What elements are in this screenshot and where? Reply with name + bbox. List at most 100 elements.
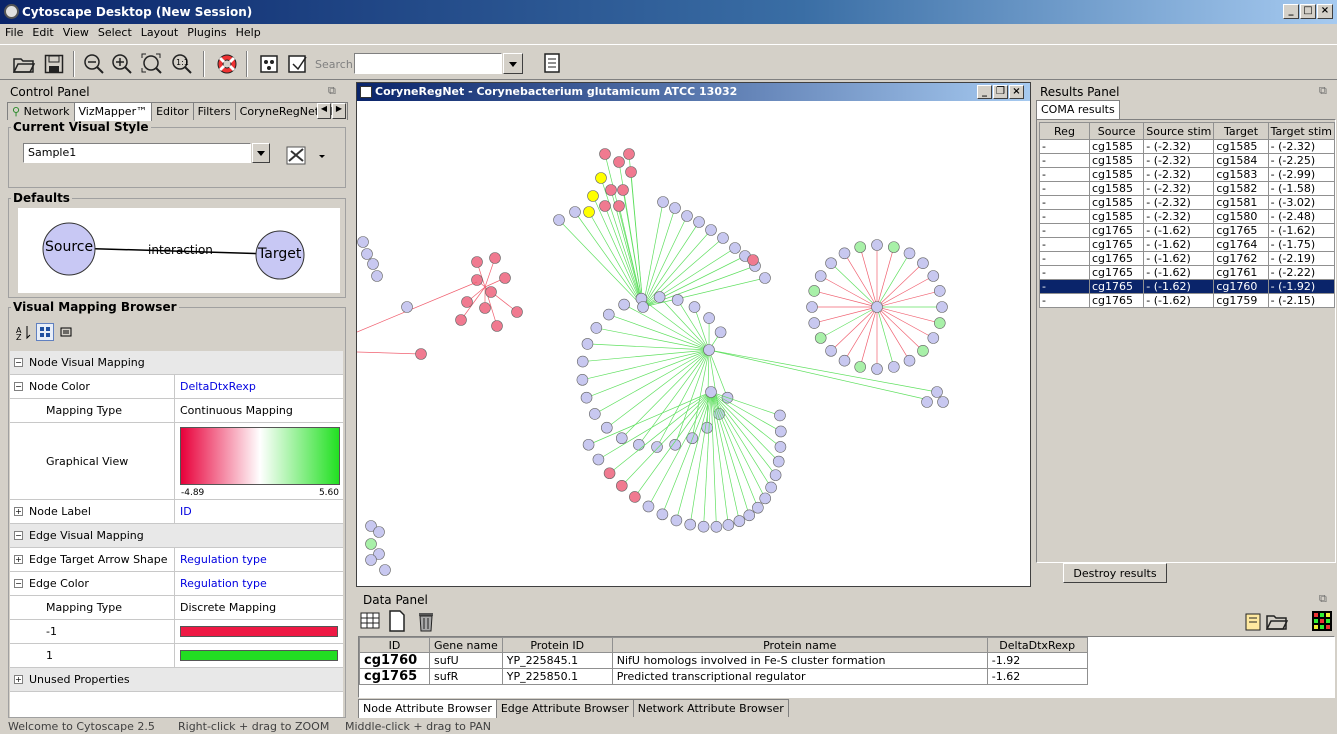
results-float-icon[interactable]: ⧉ bbox=[1319, 84, 1327, 98]
network-node[interactable] bbox=[765, 481, 777, 494]
expand-icon[interactable]: + bbox=[14, 507, 23, 516]
network-node[interactable] bbox=[838, 247, 851, 260]
zoom-in-icon[interactable] bbox=[108, 50, 136, 78]
network-restore-button[interactable]: ❐ bbox=[993, 85, 1008, 99]
network-node[interactable] bbox=[774, 441, 787, 453]
vmb-row-graphical-view[interactable]: Graphical View -4.89 5.60 bbox=[10, 423, 343, 500]
network-canvas[interactable] bbox=[357, 102, 1030, 586]
network-node[interactable] bbox=[671, 294, 684, 306]
export-icon[interactable] bbox=[284, 50, 312, 78]
menu-file[interactable]: File bbox=[0, 24, 27, 39]
vmb-row-mapping-type[interactable]: Mapping Type Continuous Mapping bbox=[10, 399, 343, 423]
network-node[interactable] bbox=[808, 285, 821, 297]
network-node[interactable] bbox=[688, 301, 701, 313]
results-row[interactable]: - cg1585- (-2.32) cg1584- (-2.25) bbox=[1039, 153, 1336, 168]
collapse-icon[interactable]: − bbox=[14, 358, 23, 367]
network-node[interactable] bbox=[684, 518, 697, 531]
network-node[interactable] bbox=[871, 239, 883, 251]
vmb-row-edge-target-arrow-shape[interactable]: + Edge Target Arrow Shape Regulation type bbox=[10, 548, 343, 572]
collapse-icon[interactable]: − bbox=[14, 531, 23, 540]
results-col-header[interactable]: Source stim bbox=[1143, 122, 1215, 140]
defaults-preview[interactable]: Source interaction Target bbox=[18, 208, 340, 293]
visual-style-dropdown-button[interactable] bbox=[252, 143, 270, 163]
network-node[interactable] bbox=[590, 322, 603, 334]
close-button[interactable]: × bbox=[1317, 4, 1333, 19]
network-node[interactable] bbox=[613, 156, 625, 168]
results-row[interactable]: - cg1585- (-2.32) cg1585- (-2.32) bbox=[1039, 139, 1336, 154]
minimize-button[interactable]: _ bbox=[1283, 4, 1299, 19]
network-node[interactable] bbox=[871, 301, 883, 313]
network-node[interactable] bbox=[455, 314, 467, 326]
tab-editor[interactable]: Editor bbox=[151, 102, 194, 120]
network-node[interactable] bbox=[705, 224, 717, 236]
network-node[interactable] bbox=[729, 242, 741, 254]
vmb-row-1[interactable]: -1 bbox=[10, 620, 343, 644]
tab-filters[interactable]: Filters bbox=[192, 102, 236, 120]
network-node[interactable] bbox=[921, 396, 933, 408]
network-node[interactable] bbox=[854, 241, 866, 253]
network-node[interactable] bbox=[927, 332, 940, 344]
color-swatch[interactable] bbox=[180, 650, 338, 661]
network-node[interactable] bbox=[601, 421, 613, 434]
network-node[interactable] bbox=[705, 386, 717, 398]
destroy-results-button[interactable]: Destroy results bbox=[1063, 563, 1167, 583]
network-node[interactable] bbox=[637, 301, 649, 313]
sort-alpha-icon[interactable]: AZ bbox=[16, 324, 32, 343]
network-node[interactable] bbox=[722, 519, 735, 531]
network-node[interactable] bbox=[373, 526, 385, 538]
results-col-header[interactable]: Source bbox=[1088, 122, 1145, 140]
network-node[interactable] bbox=[479, 302, 491, 314]
collapse-icon[interactable]: − bbox=[14, 579, 23, 588]
network-node[interactable] bbox=[917, 345, 929, 357]
vmb-row-node-color[interactable]: − Node Color DeltaDtxRexp bbox=[10, 375, 343, 399]
results-row[interactable]: - cg1585- (-2.32) cg1581- (-3.02) bbox=[1039, 195, 1336, 210]
menu-edit[interactable]: Edit bbox=[27, 24, 57, 39]
network-node[interactable] bbox=[616, 479, 628, 492]
new-attribute-icon[interactable] bbox=[388, 610, 406, 635]
network-node[interactable] bbox=[633, 438, 645, 451]
data-row[interactable]: cg1760 sufU YP_225845.1 NifU homologs invol… bbox=[359, 652, 1088, 669]
expand-icon[interactable]: + bbox=[14, 675, 23, 684]
network-node[interactable] bbox=[379, 564, 391, 576]
menu-select[interactable]: Select bbox=[93, 24, 136, 39]
network-node[interactable] bbox=[605, 184, 617, 196]
network-node[interactable] bbox=[931, 386, 943, 398]
network-node[interactable] bbox=[415, 348, 427, 360]
vmb-row-1[interactable]: 1 bbox=[10, 644, 343, 668]
network-node[interactable] bbox=[371, 270, 383, 282]
network-node[interactable] bbox=[623, 148, 635, 160]
network-node[interactable] bbox=[710, 521, 723, 533]
network-node[interactable] bbox=[589, 408, 601, 420]
network-node[interactable] bbox=[613, 200, 625, 212]
network-node[interactable] bbox=[903, 354, 916, 367]
description-toggle-icon[interactable] bbox=[58, 324, 74, 343]
tab-network-attribute-browser[interactable]: Network Attribute Browser bbox=[632, 699, 789, 717]
network-node[interactable] bbox=[936, 301, 948, 313]
network-node[interactable] bbox=[670, 514, 683, 527]
network-node[interactable] bbox=[888, 361, 900, 373]
tab-scroll-right-button[interactable]: ▶ bbox=[332, 103, 346, 119]
network-node[interactable] bbox=[808, 317, 821, 329]
network-node[interactable] bbox=[357, 236, 369, 248]
network-node[interactable] bbox=[553, 214, 565, 226]
tab-edge-attribute-browser[interactable]: Edge Attribute Browser bbox=[495, 699, 634, 717]
data-row[interactable]: cg1765 sufR YP_225850.1 Predicted transcrip… bbox=[359, 668, 1088, 685]
results-row[interactable]: - cg1765- (-1.62) cg1765- (-1.62) bbox=[1039, 223, 1336, 238]
results-row[interactable]: - cg1765- (-1.62) cg1760- (-1.92) bbox=[1039, 279, 1336, 294]
network-node[interactable] bbox=[485, 286, 497, 298]
network-node[interactable] bbox=[775, 425, 787, 438]
network-node[interactable] bbox=[752, 501, 764, 514]
network-node[interactable] bbox=[592, 453, 605, 466]
network-node[interactable] bbox=[365, 554, 377, 566]
network-node[interactable] bbox=[697, 520, 710, 533]
network-node[interactable] bbox=[587, 190, 599, 202]
network-node[interactable] bbox=[511, 306, 523, 318]
network-node[interactable] bbox=[927, 270, 940, 282]
network-node[interactable] bbox=[701, 421, 713, 434]
network-node[interactable] bbox=[657, 196, 669, 208]
categorized-view-icon[interactable] bbox=[36, 323, 54, 341]
network-node[interactable] bbox=[625, 166, 637, 178]
network-node[interactable] bbox=[576, 355, 589, 368]
network-node[interactable] bbox=[733, 515, 746, 527]
network-node[interactable] bbox=[825, 345, 837, 357]
